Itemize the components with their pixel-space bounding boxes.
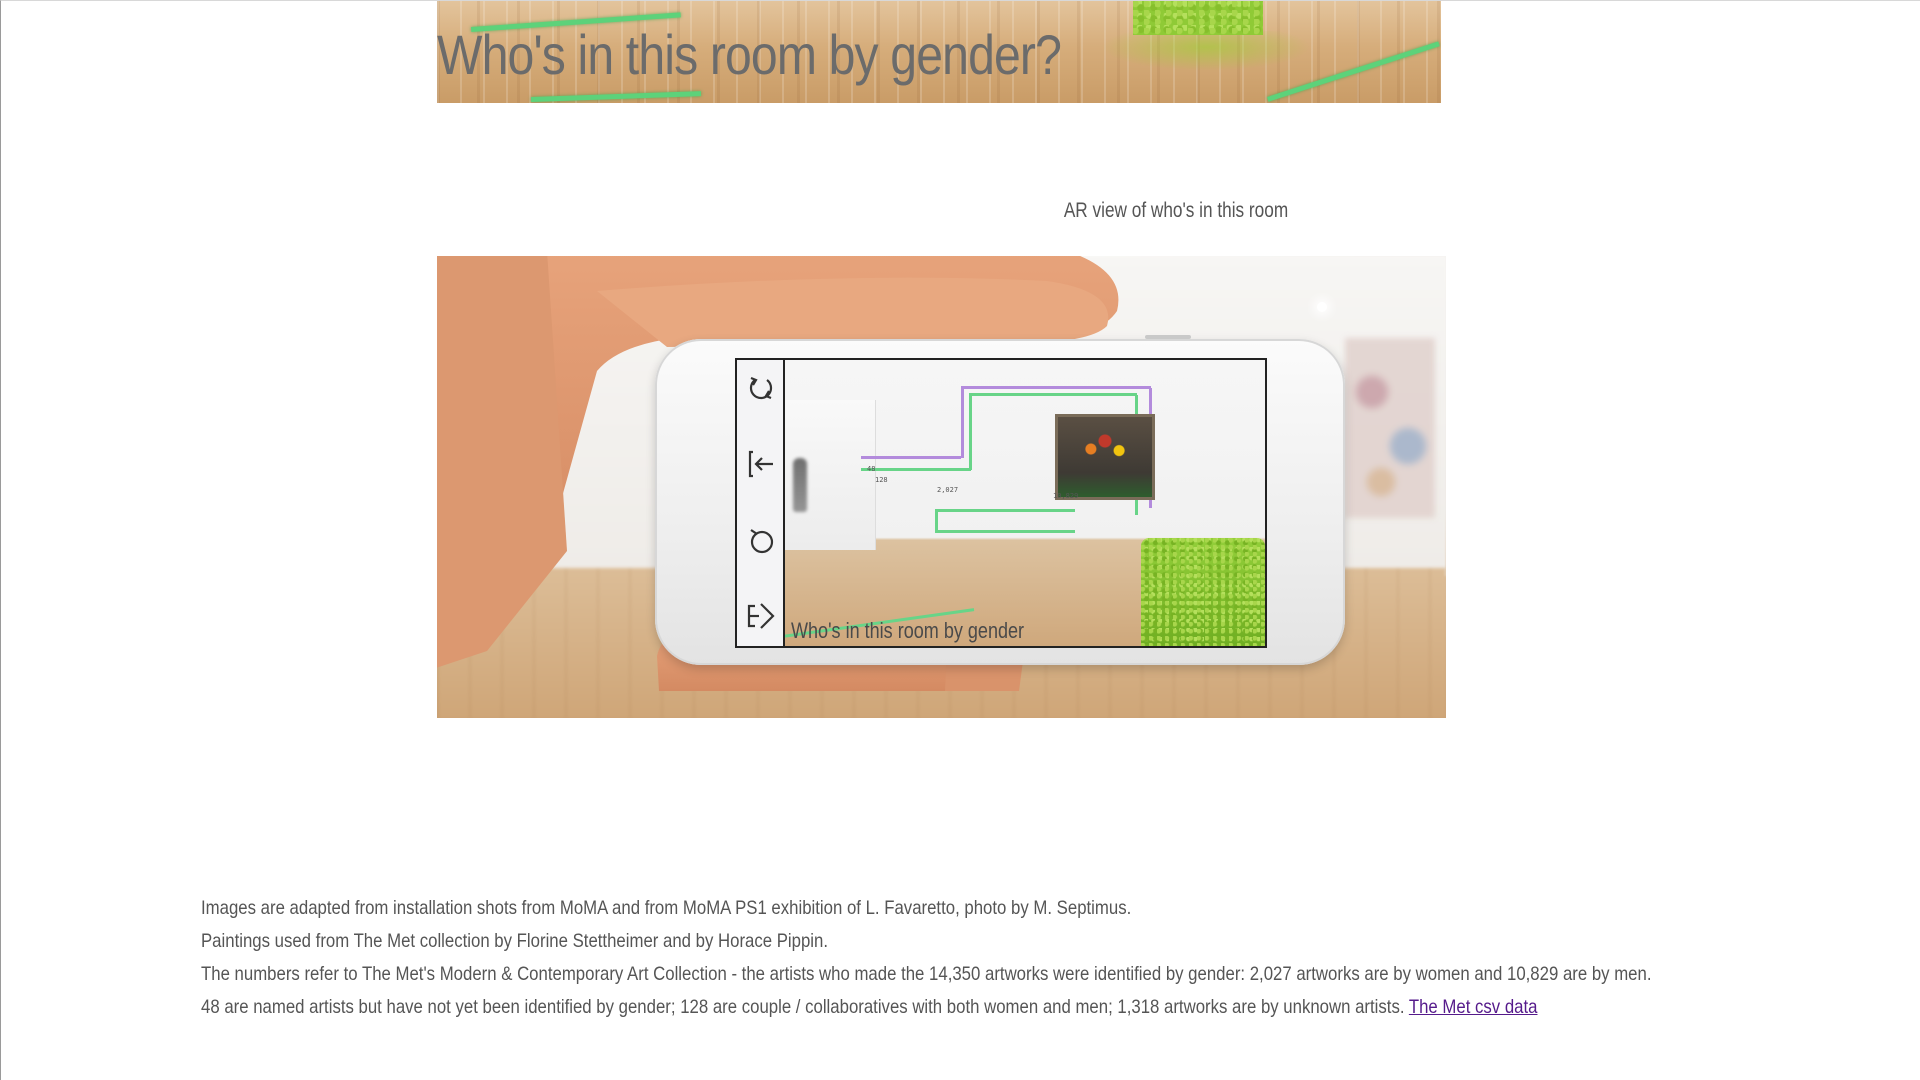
credit-breakdown-text: 48 are named artists but have not yet be… bbox=[201, 996, 1405, 1018]
ceiling-light bbox=[1317, 302, 1327, 312]
ar-outline-green bbox=[969, 394, 972, 470]
toggle-icon[interactable] bbox=[745, 524, 777, 556]
grass-block bbox=[1133, 1, 1263, 35]
header-banner: Who's in this room by gender? bbox=[437, 1, 1441, 103]
refresh-icon[interactable] bbox=[745, 372, 777, 404]
visitor-figure bbox=[793, 458, 807, 512]
grass-shadow bbox=[1101, 31, 1311, 71]
page: Who's in this room by gender? AR view of… bbox=[0, 0, 1920, 1080]
floor-tag: 10,829 bbox=[1053, 492, 1079, 500]
ar-outline-green bbox=[969, 393, 1137, 396]
back-arrow-icon[interactable] bbox=[745, 448, 777, 480]
ar-outline-green bbox=[935, 510, 938, 532]
met-csv-data-link[interactable]: The Met csv data bbox=[1409, 996, 1538, 1018]
page-title: Who's in this room by gender? bbox=[437, 23, 1062, 86]
credit-line-images: Images are adapted from installation sho… bbox=[201, 897, 1132, 919]
ar-outline-green bbox=[861, 468, 971, 471]
ar-camera-view: 48 128 2,027 10,829 Who's in this room b… bbox=[785, 360, 1265, 646]
credit-line-breakdown: 48 are named artists but have not yet be… bbox=[201, 991, 1537, 1024]
ar-outline-purple bbox=[961, 388, 964, 458]
ar-outline-green bbox=[935, 509, 1075, 512]
floor-tag: 2,027 bbox=[937, 486, 959, 494]
blurred-painting bbox=[1345, 338, 1435, 518]
ar-toolbar bbox=[737, 360, 785, 646]
ar-outline-green bbox=[935, 530, 1075, 533]
ar-outline-purple bbox=[961, 386, 1151, 389]
ar-painting bbox=[1055, 414, 1155, 500]
floor-tag: 128 bbox=[875, 476, 888, 484]
ar-view-label: Who's in this room by gender bbox=[791, 618, 1025, 643]
ar-outline-purple bbox=[861, 456, 961, 459]
phone-screen: 48 128 2,027 10,829 Who's in this room b… bbox=[735, 358, 1267, 648]
ar-grass-block bbox=[1141, 538, 1265, 646]
forward-arrow-icon[interactable] bbox=[745, 600, 777, 632]
phone-device: 48 128 2,027 10,829 Who's in this room b… bbox=[655, 335, 1345, 665]
floor-guide-line bbox=[531, 91, 702, 102]
credit-line-numbers: The numbers refer to The Met's Modern & … bbox=[201, 963, 1652, 985]
phone-speaker bbox=[1145, 335, 1191, 339]
credit-line-paintings: Paintings used from The Met collection b… bbox=[201, 930, 829, 952]
hero-image: 48 128 2,027 10,829 Who's in this room b… bbox=[437, 256, 1446, 718]
ar-caption: AR view of who's in this room bbox=[1063, 199, 1289, 222]
floor-tag: 48 bbox=[867, 465, 876, 473]
credits: Images are adapted from installation sho… bbox=[201, 892, 1701, 1024]
